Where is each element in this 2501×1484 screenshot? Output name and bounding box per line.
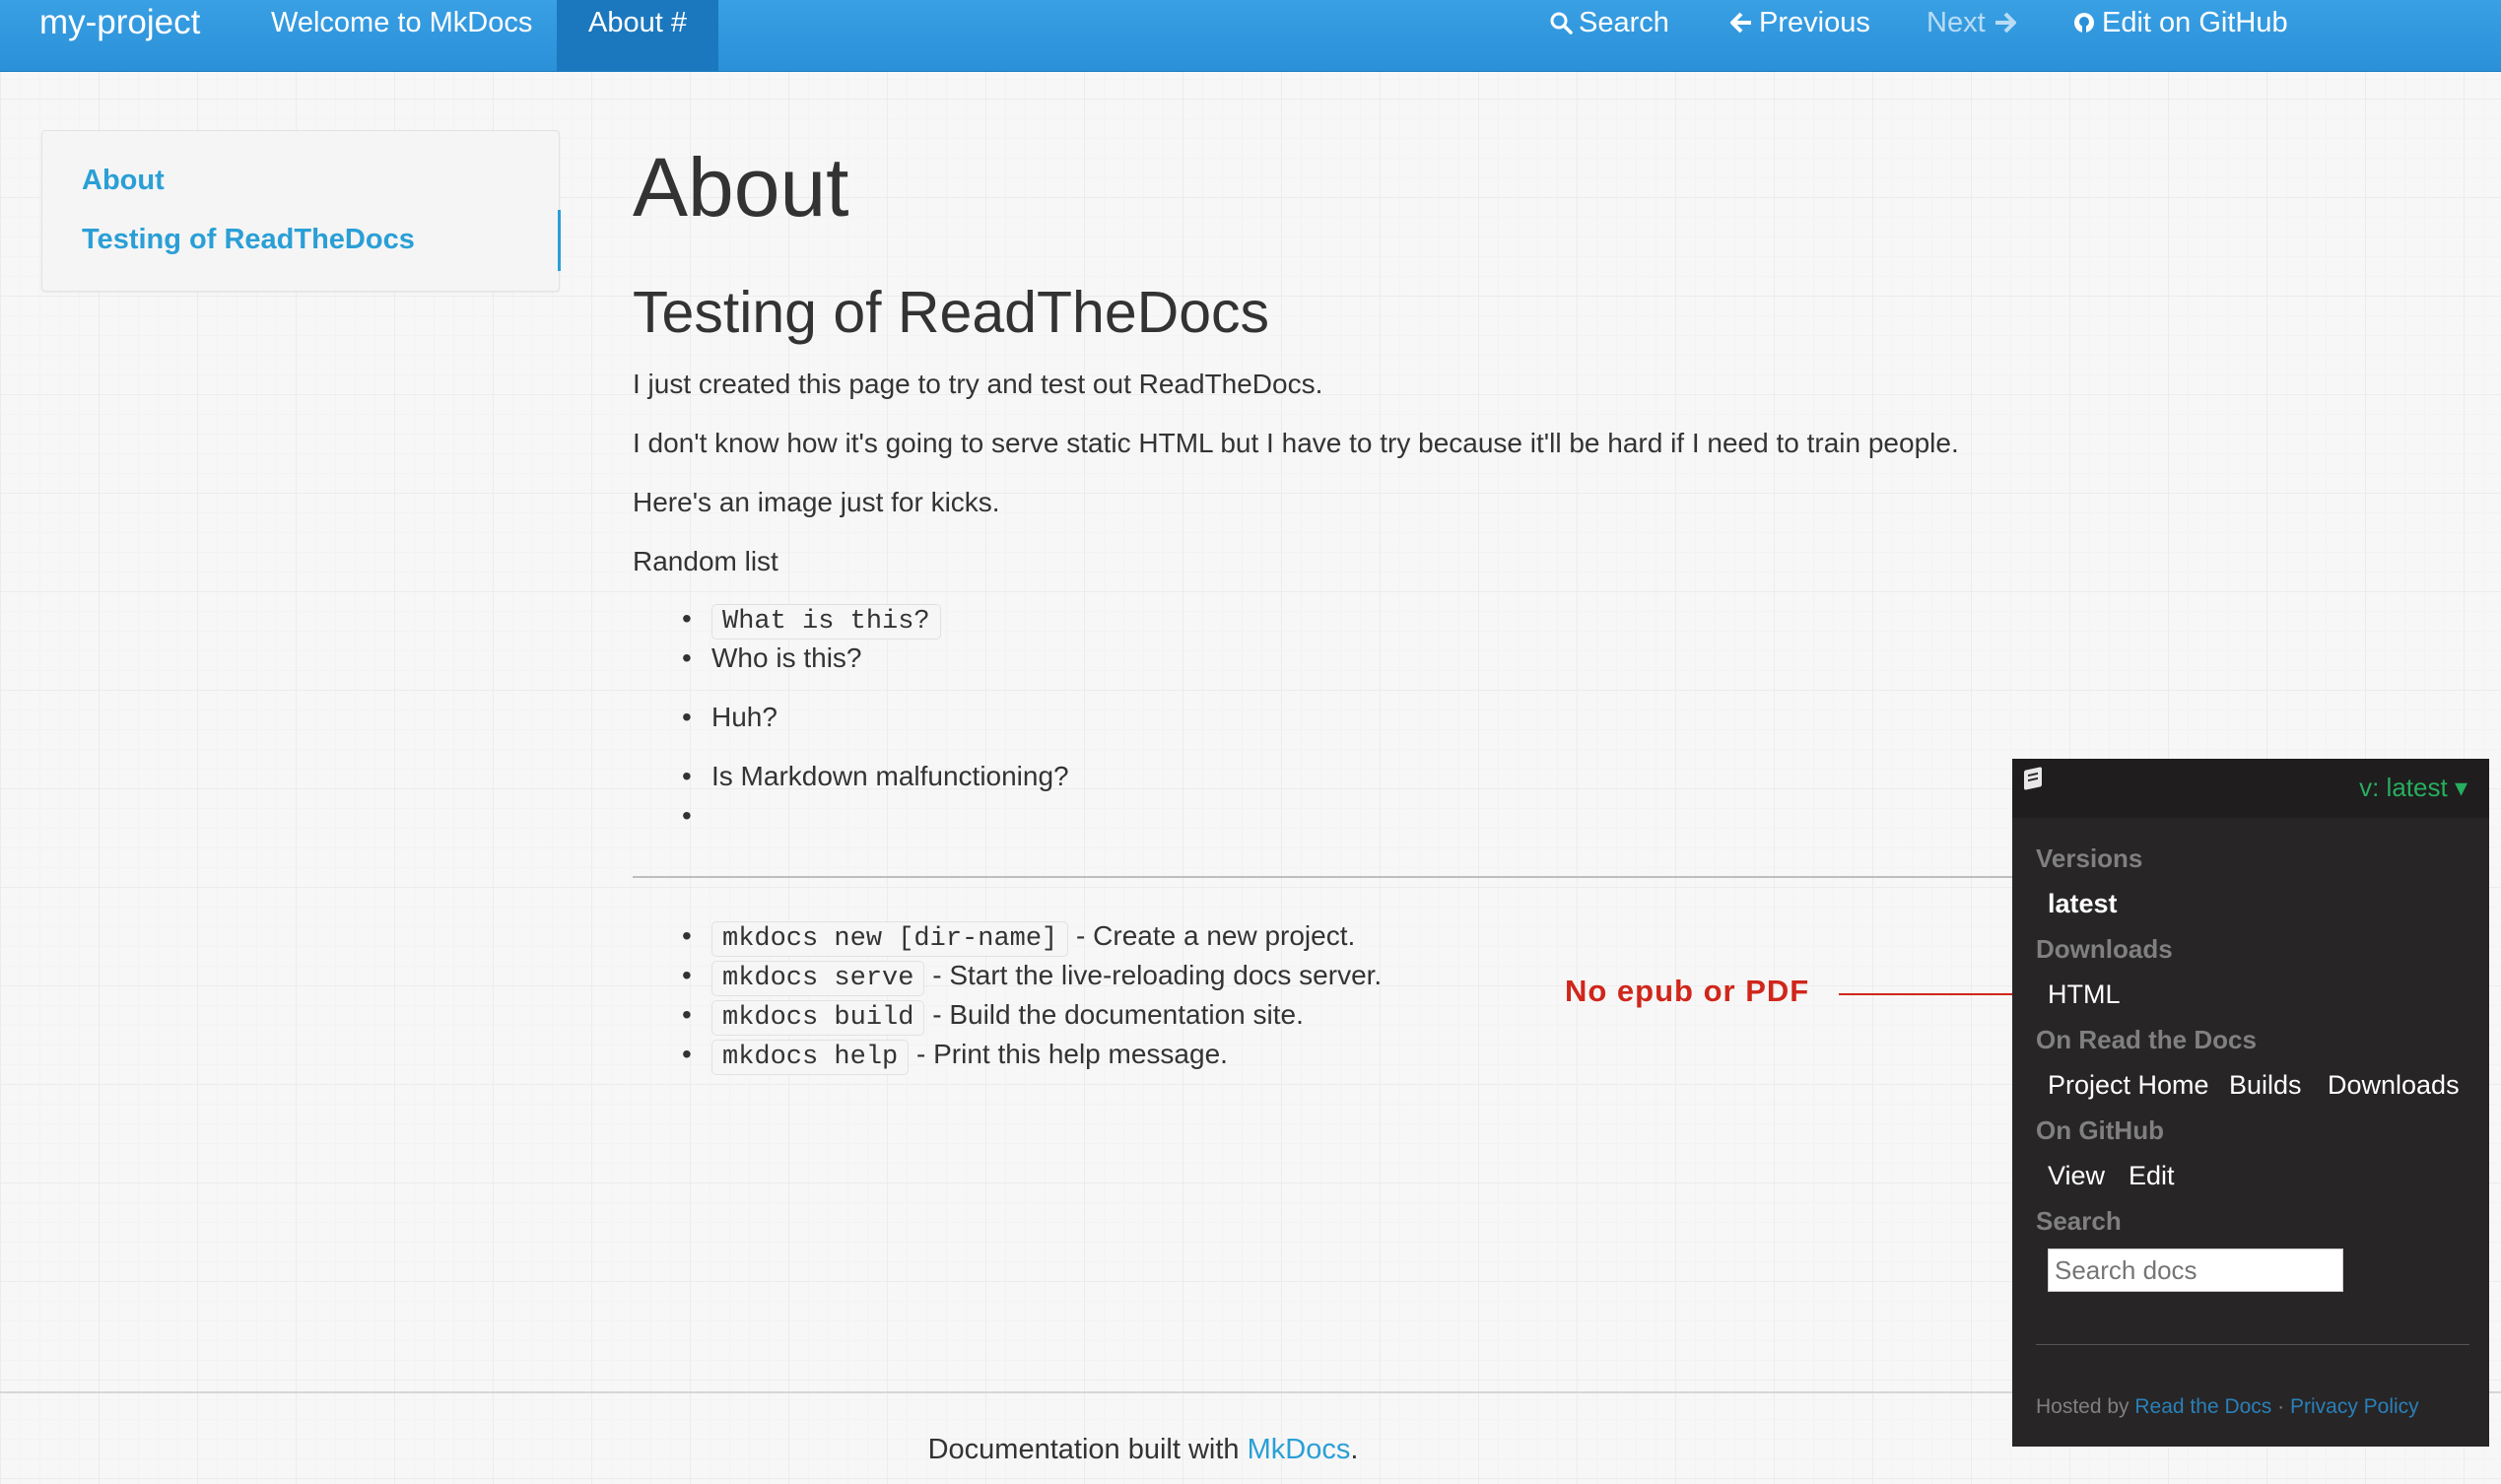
edit-github-link[interactable]: Edit on GitHub	[2072, 0, 2288, 45]
arrow-right-icon	[1994, 0, 2017, 45]
inline-code: mkdocs new [dir-name]	[711, 921, 1069, 957]
nav-welcome-link[interactable]: Welcome to MkDocs	[271, 0, 532, 45]
search-icon	[1549, 0, 1573, 45]
search-section-label: Search	[2036, 1206, 2122, 1236]
list-item: What is this?	[711, 603, 941, 640]
nav-about-link[interactable]: About #	[557, 0, 718, 71]
paragraph-4: Random list	[633, 546, 778, 576]
list-item: mkdocs new [dir-name] - Create a new pro…	[711, 920, 1356, 957]
brand-link[interactable]: my-project	[39, 0, 200, 45]
versions-label: Versions	[2036, 843, 2143, 873]
inline-code: mkdocs help	[711, 1040, 910, 1075]
list-item: mkdocs serve - Start the live-reloading …	[711, 960, 1383, 996]
search-link[interactable]: Search	[1549, 0, 1669, 45]
footer-suffix: .	[1350, 1434, 1359, 1465]
previous-label: Previous	[1759, 7, 1870, 38]
version-latest-link[interactable]: latest	[2048, 889, 2118, 919]
hosted-by-text: Hosted by	[2036, 1395, 2135, 1418]
bullet: •	[682, 999, 692, 1030]
list-item-text: - Build the documentation site.	[924, 999, 1304, 1030]
bullet: •	[682, 920, 692, 951]
bullet: •	[682, 761, 692, 791]
list-item: mkdocs build - Build the documentation s…	[711, 999, 1304, 1036]
downloads-label: Downloads	[2036, 934, 2173, 964]
horizontal-rule	[633, 876, 2012, 878]
list-item-text: - Print this help message.	[909, 1039, 1228, 1069]
next-link[interactable]: Next	[1926, 0, 2023, 45]
paragraph-2: I don't know how it's going to serve sta…	[633, 428, 1959, 458]
list-item: mkdocs help - Print this help message.	[711, 1039, 1228, 1075]
bullet: •	[682, 1039, 692, 1069]
bullet: •	[682, 702, 692, 732]
next-label: Next	[1926, 7, 1986, 38]
download-html-link[interactable]: HTML	[2048, 979, 2121, 1010]
bullet: •	[682, 960, 692, 990]
privacy-policy-link[interactable]: Privacy Policy	[2290, 1395, 2419, 1418]
bullet: •	[682, 603, 692, 634]
downloads-link[interactable]: Downloads	[2328, 1070, 2460, 1101]
toc-sidebar: About Testing of ReadTheDocs	[41, 130, 561, 292]
list-item: Who is this?	[711, 642, 862, 673]
current-version[interactable]: v: latest ▾	[2359, 773, 2467, 803]
toc-item-about[interactable]: About	[82, 165, 165, 197]
github-view-link[interactable]: View	[2048, 1161, 2105, 1191]
flyout-footer: Hosted by Read the Docs · Privacy Policy	[2036, 1395, 2419, 1419]
top-navbar: my-project Welcome to MkDocs About # Sea…	[0, 0, 2501, 72]
mkdocs-link[interactable]: MkDocs	[1248, 1434, 1351, 1465]
caret-down-icon: ▾	[2454, 773, 2467, 802]
annotation-arrow-line	[1839, 993, 2030, 995]
footer-text: Documentation built with	[927, 1434, 1248, 1465]
bullet: •	[682, 800, 692, 831]
github-icon	[2072, 0, 2096, 45]
project-home-link[interactable]: Project Home	[2048, 1070, 2209, 1101]
section-heading: Testing of ReadTheDocs	[633, 280, 1270, 345]
search-docs-input[interactable]	[2048, 1248, 2343, 1292]
list-item: Is Markdown malfunctioning?	[711, 761, 1069, 791]
inline-code: mkdocs build	[711, 1000, 925, 1036]
github-edit-link[interactable]: Edit	[2129, 1161, 2175, 1191]
rtd-flyout-panel: v: latest ▾ Versions latest Downloads HT…	[2012, 759, 2489, 1447]
list-item-text: - Create a new project.	[1068, 920, 1356, 951]
previous-link[interactable]: Previous	[1729, 0, 1870, 45]
annotation-label: No epub or PDF	[1565, 974, 1810, 1008]
book-icon	[2024, 767, 2042, 790]
list-item: Huh?	[711, 702, 777, 732]
flyout-divider	[2036, 1344, 2469, 1345]
list-item-text: - Start the live-reloading docs server.	[924, 960, 1383, 990]
toc-active-indicator	[558, 210, 561, 271]
paragraph-1: I just created this page to try and test…	[633, 369, 1323, 399]
rtd-link[interactable]: Read the Docs	[2134, 1395, 2271, 1418]
arrow-left-icon	[1729, 0, 1753, 45]
edit-github-label: Edit on GitHub	[2102, 7, 2288, 38]
paragraph-3: Here's an image just for kicks.	[633, 487, 1000, 517]
footer-separator: ·	[2271, 1395, 2290, 1418]
flyout-header[interactable]: v: latest ▾	[2012, 759, 2489, 818]
inline-code: mkdocs serve	[711, 961, 925, 996]
builds-link[interactable]: Builds	[2229, 1070, 2302, 1101]
search-label: Search	[1579, 7, 1669, 38]
bullet: •	[682, 642, 692, 673]
inline-code: What is this?	[711, 604, 941, 640]
footer: Documentation built with MkDocs.	[0, 1434, 2286, 1466]
toc-item-testing[interactable]: Testing of ReadTheDocs	[82, 224, 415, 256]
page-title: About	[633, 141, 849, 234]
rtd-label: On Read the Docs	[2036, 1025, 2257, 1054]
github-label: On GitHub	[2036, 1115, 2164, 1145]
